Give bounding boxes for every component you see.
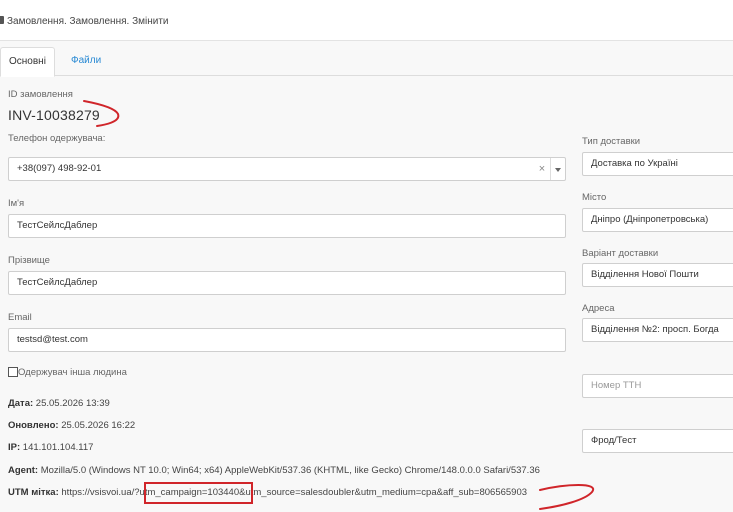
status-select[interactable]: Фрод/Тест: [582, 429, 733, 453]
delivery-type-label: Тип доставки: [582, 136, 641, 147]
top-bar: Замовлення. Замовлення. Змінити: [0, 0, 733, 41]
delivery-variant-select[interactable]: Відділення Нової Пошти: [582, 263, 733, 287]
updated-row: Оновлено: 25.05.2026 16:22: [8, 420, 135, 431]
city-label: Місто: [582, 192, 607, 203]
document-icon: [0, 16, 4, 24]
utm-suffix: &utm_source=salesdoubler&utm_medium=cpa&…: [239, 487, 528, 498]
annotation-curve-utm: [539, 484, 595, 510]
first-name-input[interactable]: ТестСейлсДаблер: [8, 214, 566, 238]
ip-label: IP:: [8, 442, 21, 453]
last-name-label: Прізвище: [8, 255, 50, 266]
updated-label: Оновлено:: [8, 420, 59, 431]
email-input[interactable]: testsd@test.com: [8, 328, 566, 352]
agent-value: Mozilla/5.0 (Windows NT 10.0; Win64; x64…: [40, 465, 540, 476]
other-recipient-checkbox[interactable]: [8, 367, 18, 377]
phone-value: +38(097) 498-92-01: [17, 163, 102, 174]
other-recipient-label: Одержувач інша людина: [18, 367, 127, 378]
tab-bar: Основні Файли: [0, 47, 733, 77]
tab-main[interactable]: Основні: [0, 47, 55, 77]
city-select[interactable]: Дніпро (Дніпропетровська): [582, 208, 733, 232]
date-label: Дата:: [8, 398, 34, 409]
address-select[interactable]: Відділення №2: просп. Богда: [582, 318, 733, 342]
order-id-value: INV-10038279: [8, 107, 100, 123]
tab-files[interactable]: Файли: [63, 47, 109, 75]
utm-row: UTM мітка: https://vsisvoi.ua/?utm_campa…: [8, 487, 527, 498]
page-title: Замовлення. Замовлення. Змінити: [7, 16, 169, 27]
agent-row: Agent: Mozilla/5.0 (Windows NT 10.0; Win…: [8, 465, 540, 476]
utm-campaign: utm_campaign=103440: [139, 487, 240, 498]
order-id-label: ID замовлення: [8, 89, 73, 100]
chevron-down-icon[interactable]: [550, 158, 563, 180]
first-name-label: Ім'я: [8, 198, 25, 209]
last-name-input[interactable]: ТестСейлсДаблер: [8, 271, 566, 295]
utm-label: UTM мітка:: [8, 487, 59, 498]
updated-value: 25.05.2026 16:22: [61, 420, 136, 431]
delivery-variant-label: Варіант доставки: [582, 248, 659, 259]
agent-label: Agent:: [8, 465, 39, 476]
email-label: Email: [8, 312, 32, 323]
ip-row: IP: 141.101.104.117: [8, 442, 93, 453]
utm-prefix: https://vsisvoi.ua/?: [61, 487, 140, 498]
clear-icon[interactable]: ×: [536, 158, 548, 180]
address-label: Адреса: [582, 303, 615, 314]
delivery-type-select[interactable]: Доставка по Україні: [582, 152, 733, 176]
date-row: Дата: 25.05.2026 13:39: [8, 398, 110, 409]
ip-value: 141.101.104.117: [22, 442, 94, 453]
date-value: 25.05.2026 13:39: [35, 398, 110, 409]
phone-select[interactable]: +38(097) 498-92-01 ×: [8, 157, 566, 181]
ttn-input[interactable]: Номер ТТН: [582, 374, 733, 398]
phone-label: Телефон одержувача:: [8, 133, 106, 144]
